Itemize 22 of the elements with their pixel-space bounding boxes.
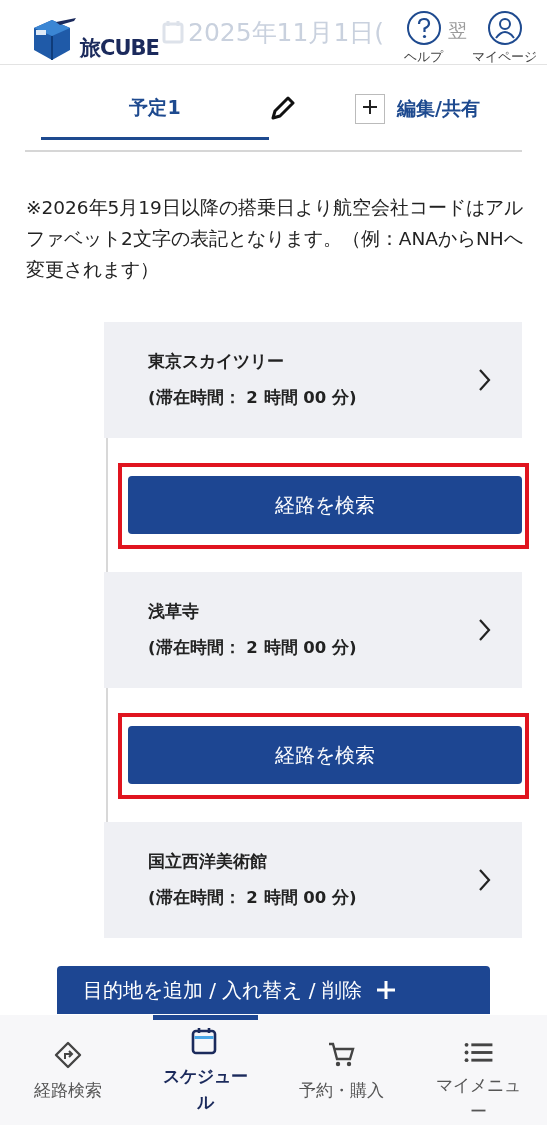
nav-tab[interactable]: スケジュール xyxy=(136,1015,274,1125)
destination-card[interactable]: 浅草寺 (滞在時間： 2 時間 00 分) xyxy=(104,572,522,688)
destination-card[interactable]: 国立西洋美術館 (滞在時間： 2 時間 00 分) xyxy=(104,822,522,938)
nav-tab[interactable]: 予約・購入 xyxy=(273,1015,411,1125)
edit-share-link[interactable]: 編集/共有 xyxy=(397,96,480,122)
add-destination-button[interactable]: 目的地を追加 / 入れ替え / 削除 xyxy=(57,966,490,1014)
destination-name: 浅草寺 xyxy=(148,601,200,623)
stay-time: (滞在時間： 2 時間 00 分) xyxy=(148,387,357,409)
plan-tab[interactable]: 予定1 xyxy=(41,78,269,140)
route-search-button[interactable]: 経路を検索 xyxy=(128,726,522,784)
notice-text: ※2026年5月19日以降の搭乗日より航空会社コードはアルファベット2文字の表記となります。（例：ANAからNHへ変更されます） xyxy=(26,196,523,282)
stay-time: (滞在時間： 2 時間 00 分) xyxy=(148,887,357,909)
help-button[interactable]: ヘルプ xyxy=(404,10,443,66)
destination-card[interactable]: 東京スカイツリー (滞在時間： 2 時間 00 分) xyxy=(104,322,522,438)
destination-name: 東京スカイツリー xyxy=(148,351,285,373)
nav-tab[interactable]: マイメニュー xyxy=(410,1015,547,1125)
nav-tab[interactable]: 経路検索 xyxy=(0,1015,137,1125)
route-search-button[interactable]: 経路を検索 xyxy=(128,476,522,534)
stay-time: (滞在時間： 2 時間 00 分) xyxy=(148,637,357,659)
destination-name: 国立西洋美術館 xyxy=(148,851,268,873)
logo-text: 旅CUBE xyxy=(80,35,159,62)
my-page-button[interactable]: マイページ xyxy=(472,10,537,66)
